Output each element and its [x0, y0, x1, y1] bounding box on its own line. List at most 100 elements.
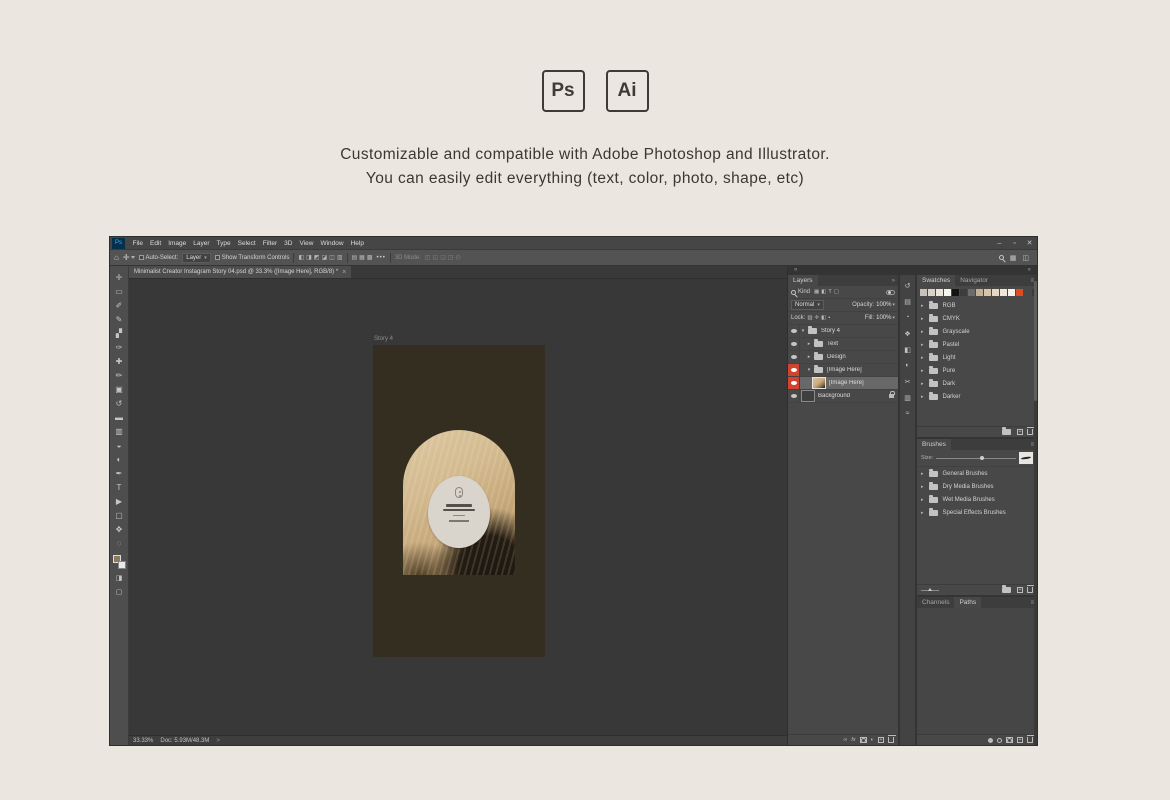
- brush-size-slider[interactable]: [936, 455, 1016, 460]
- panel-icon-glyphs[interactable]: ✂: [900, 374, 915, 389]
- tab-channels[interactable]: Channels: [917, 597, 954, 608]
- panel-icon-info[interactable]: ◐: [900, 358, 915, 373]
- tool-clone-stamp[interactable]: ▣: [110, 382, 128, 396]
- menu-item[interactable]: Help: [347, 240, 367, 247]
- artboard-label[interactable]: Story 4: [374, 336, 393, 342]
- tool-brush[interactable]: ✏: [110, 368, 128, 382]
- layer-thumbnail[interactable]: [813, 378, 825, 388]
- swatch[interactable]: [928, 289, 935, 296]
- expand-arrow-icon[interactable]: [800, 328, 806, 334]
- swatch-group-grayscale[interactable]: ▸ Grayscale: [917, 325, 1037, 338]
- brush-group-wet-media-brushes[interactable]: ▸ Wet Media Brushes: [917, 493, 1037, 506]
- tab-layers[interactable]: Layers: [788, 275, 818, 286]
- tool-history-brush[interactable]: ↺: [110, 396, 128, 410]
- tool-blur[interactable]: ◒: [110, 438, 128, 452]
- story-photo[interactable]: [403, 430, 515, 575]
- oval-overlay[interactable]: [428, 476, 490, 548]
- new-group-icon[interactable]: [1002, 427, 1011, 435]
- collapse-panels-icon[interactable]: «: [1028, 266, 1031, 275]
- tool-type[interactable]: T: [110, 480, 128, 494]
- tool-crop[interactable]: ▞: [110, 326, 128, 340]
- layer-row-background[interactable]: Background: [788, 390, 898, 403]
- window-button-minimize[interactable]: –: [992, 240, 1007, 247]
- layer-visibility-toggle[interactable]: [788, 338, 800, 350]
- background-color-swatch[interactable]: [117, 561, 126, 569]
- align-icon[interactable]: ▥: [337, 254, 343, 261]
- menu-item[interactable]: Select: [234, 240, 259, 247]
- menu-item[interactable]: View: [296, 240, 317, 247]
- tab-paths[interactable]: Paths: [954, 597, 982, 608]
- layer-visibility-toggle[interactable]: [788, 390, 800, 402]
- swatch[interactable]: [960, 289, 967, 296]
- new-path-icon[interactable]: +: [1017, 737, 1023, 743]
- layer-visibility-toggle[interactable]: [788, 364, 800, 376]
- menu-item[interactable]: Window: [317, 240, 347, 247]
- artboard[interactable]: Story 4: [373, 336, 545, 657]
- swatch-group-darker[interactable]: ▸ Darker: [917, 390, 1037, 403]
- menu-item[interactable]: Filter: [259, 240, 280, 247]
- document-tab[interactable]: Minimalist Creator Instagram Story 04.ps…: [129, 266, 352, 278]
- layer-name[interactable]: [Image Here]: [829, 380, 864, 386]
- swatch[interactable]: [992, 289, 999, 296]
- expand-arrow-icon[interactable]: ▸: [921, 484, 924, 490]
- tool-gradient[interactable]: ▥: [110, 424, 128, 438]
- expand-arrow-icon[interactable]: [806, 354, 812, 360]
- filter-type-dropdown[interactable]: Kind: [798, 289, 810, 295]
- brush-angle-slider[interactable]: [921, 587, 939, 591]
- link-layers-icon[interactable]: ∞: [843, 737, 847, 743]
- tool-healing-brush[interactable]: ✚: [110, 354, 128, 368]
- layer-visibility-toggle[interactable]: [788, 377, 800, 389]
- layer-row-design[interactable]: Design: [788, 351, 898, 364]
- swatch[interactable]: [1008, 289, 1015, 296]
- fill-path-icon[interactable]: [988, 737, 993, 743]
- layer-name[interactable]: Background: [818, 393, 850, 399]
- layer-name[interactable]: [Image Here]: [827, 367, 862, 373]
- swatch-group-cmyk[interactable]: ▸ CMYK: [917, 312, 1037, 325]
- delete-path-icon[interactable]: [1026, 735, 1035, 743]
- window-button-close[interactable]: ✕: [1022, 239, 1037, 247]
- align-icon[interactable]: ◧: [298, 254, 304, 261]
- menu-item[interactable]: Edit: [146, 240, 164, 247]
- layer-row-image-here[interactable]: [Image Here]: [788, 364, 898, 377]
- move-tool-indicator[interactable]: ✛: [123, 253, 135, 262]
- tab-brushes[interactable]: Brushes: [917, 439, 951, 450]
- swatch-group-pure[interactable]: ▸ Pure: [917, 364, 1037, 377]
- opacity-value[interactable]: 100%: [876, 302, 895, 308]
- layer-row-text[interactable]: Text: [788, 338, 898, 351]
- fill-value[interactable]: 100%: [876, 315, 895, 321]
- swatch-group-dark[interactable]: ▸ Dark: [917, 377, 1037, 390]
- align-icon[interactable]: ◨: [306, 254, 312, 261]
- collapse-panels-icon[interactable]: «: [794, 266, 797, 275]
- tool-lasso[interactable]: ✐: [110, 298, 128, 312]
- auto-select-checkbox[interactable]: Auto-Select:: [138, 255, 178, 261]
- new-brush-icon[interactable]: +: [1017, 587, 1023, 593]
- tool-hand[interactable]: ✥: [110, 522, 128, 536]
- layer-name[interactable]: Text: [827, 341, 838, 347]
- distribute-icon[interactable]: ▤: [352, 254, 358, 261]
- canvas[interactable]: Story 4: [129, 279, 787, 735]
- quick-mask-icon[interactable]: ◨: [110, 572, 128, 583]
- filter-toggle[interactable]: [886, 289, 895, 295]
- align-icon[interactable]: ◩: [314, 254, 320, 261]
- 3d-mode-icon[interactable]: ◳: [448, 254, 454, 261]
- swatch[interactable]: [1016, 289, 1023, 296]
- 3d-mode-icon[interactable]: ◴: [456, 254, 461, 261]
- swatch[interactable]: [1000, 289, 1007, 296]
- expand-arrow-icon[interactable]: ▸: [921, 316, 924, 322]
- expand-arrow-icon[interactable]: ▸: [921, 342, 924, 348]
- show-transform-checkbox[interactable]: Show Transform Controls: [214, 255, 289, 261]
- lock-position-icon[interactable]: ✛: [815, 315, 820, 321]
- tab-swatches[interactable]: Swatches: [917, 275, 956, 286]
- auto-select-target-dropdown[interactable]: Layer: [182, 252, 211, 263]
- menu-item[interactable]: 3D: [281, 240, 296, 247]
- tool-zoom[interactable]: ◌: [110, 536, 128, 550]
- panel-icon-timeline[interactable]: ≈: [900, 406, 915, 421]
- panel-icon-properties[interactable]: ▤: [900, 294, 915, 309]
- expand-arrow-icon[interactable]: ▸: [921, 471, 924, 477]
- layer-effects-icon[interactable]: fx: [851, 737, 855, 743]
- close-icon[interactable]: ×: [342, 269, 346, 276]
- lock-all-icon[interactable]: ▪: [828, 315, 830, 321]
- stroke-path-icon[interactable]: [997, 737, 1002, 743]
- 3d-mode-icon[interactable]: ◰: [425, 254, 431, 261]
- filter-adjustment-icon[interactable]: ◧: [821, 289, 826, 295]
